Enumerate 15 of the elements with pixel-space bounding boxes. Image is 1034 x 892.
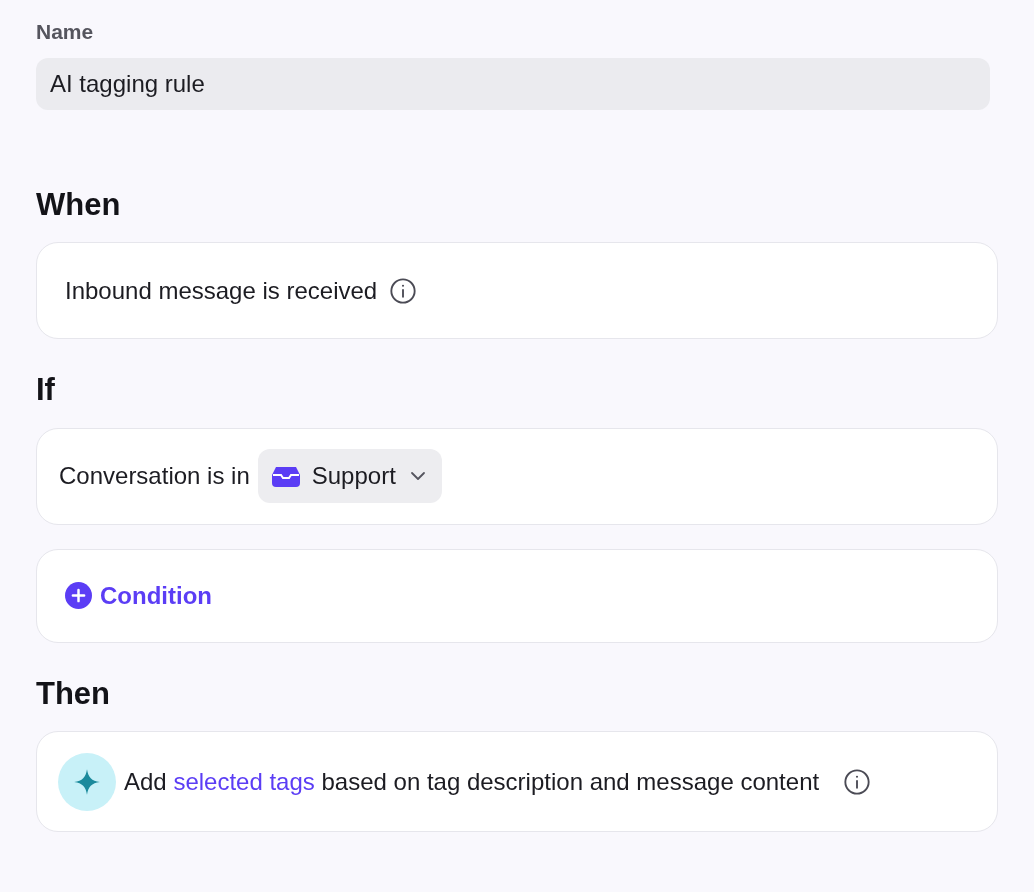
inbox-dropdown[interactable]: Support bbox=[257, 449, 442, 503]
info-icon[interactable] bbox=[843, 767, 872, 796]
section-heading: Then bbox=[36, 674, 111, 713]
add-condition-button[interactable]: Condition bbox=[65, 577, 212, 614]
section-heading: If bbox=[36, 371, 55, 409]
name-input-field[interactable]: AI tagging rule bbox=[36, 57, 990, 110]
plus-circle-icon bbox=[65, 582, 92, 609]
info-icon[interactable] bbox=[389, 276, 418, 305]
action-sentence: Add selected tags based on tag description and message content bbox=[124, 766, 820, 797]
section-heading: When bbox=[36, 185, 121, 224]
condition-text: Conversation is in bbox=[59, 461, 250, 491]
selected-tags-link[interactable]: selected tags bbox=[173, 767, 315, 795]
trigger-text: Inbound message is received bbox=[65, 275, 378, 306]
name-label: Name bbox=[36, 19, 94, 45]
inbox-icon bbox=[271, 465, 300, 487]
